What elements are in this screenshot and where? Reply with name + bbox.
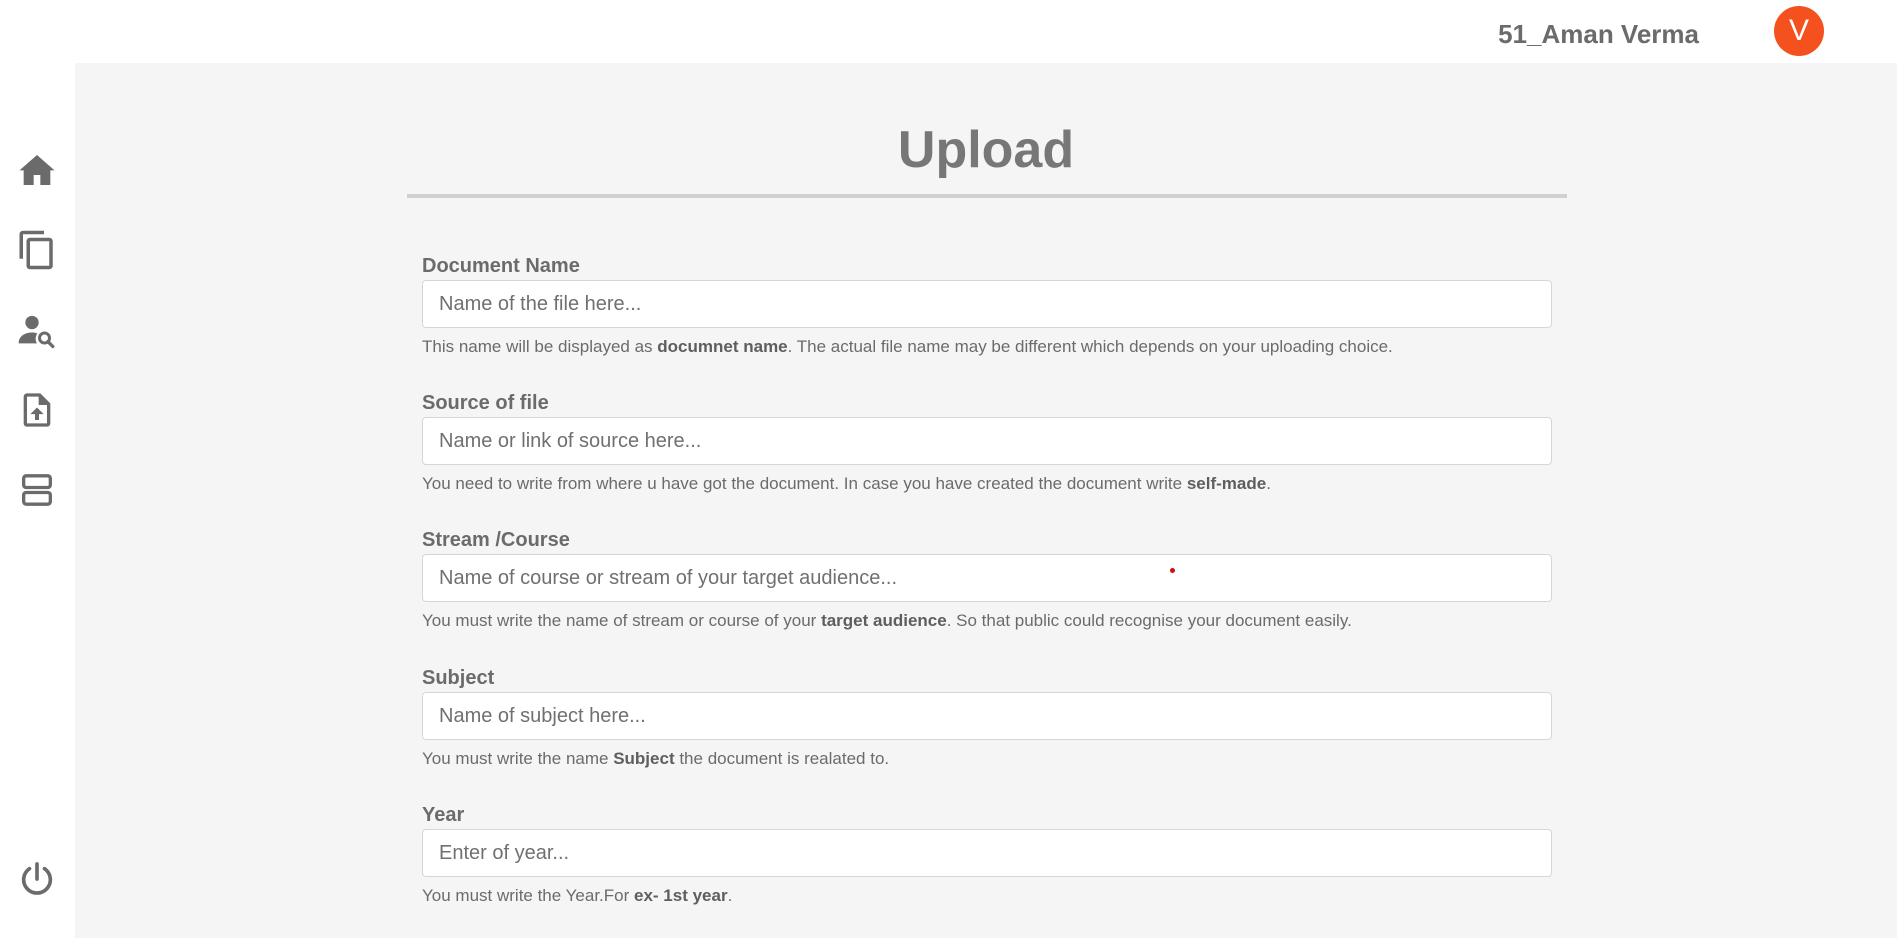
stream-help: You must write the name of stream or cou… <box>422 611 1352 630</box>
stream-group: Stream /Course You must write the name o… <box>422 528 1554 632</box>
view-agenda-icon <box>17 470 57 510</box>
cursor-marker <box>1170 568 1175 573</box>
source-help: You need to write from where u have got … <box>422 474 1271 493</box>
home-icon <box>17 150 57 190</box>
document-name-input[interactable] <box>422 280 1552 328</box>
sidebar <box>0 63 75 938</box>
top-bar: 51_Aman Verma V <box>0 0 1897 63</box>
copy-icon <box>16 229 58 271</box>
stream-label: Stream /Course <box>422 529 570 551</box>
power-icon <box>17 859 57 899</box>
title-divider <box>407 194 1567 198</box>
subject-input[interactable] <box>422 692 1552 740</box>
username-label: 51_Aman Verma <box>1498 19 1699 49</box>
file-upload-icon <box>17 390 57 430</box>
person-search-icon <box>17 310 57 350</box>
year-input[interactable] <box>422 829 1552 877</box>
source-group: Source of file You need to write from wh… <box>422 391 1554 495</box>
document-name-group: Document Name This name will be displaye… <box>422 254 1554 358</box>
subject-label: Subject <box>422 667 495 689</box>
document-name-label: Document Name <box>422 255 580 277</box>
sidebar-item-home[interactable] <box>15 148 59 192</box>
document-name-help: This name will be displayed as documnet … <box>422 337 1393 356</box>
page-title: Upload <box>897 121 1075 179</box>
year-help: You must write the Year.For ex- 1st year… <box>422 886 733 905</box>
logout-button[interactable] <box>15 857 59 901</box>
year-group: Year You must write the Year.For ex- 1st… <box>422 803 1554 907</box>
sidebar-item-find-user[interactable] <box>15 308 59 352</box>
sidebar-item-upload[interactable] <box>15 388 59 432</box>
main-content: Upload Document Name This name will be d… <box>75 63 1897 938</box>
source-input[interactable] <box>422 417 1552 465</box>
stream-input[interactable] <box>422 554 1552 602</box>
sidebar-item-layout[interactable] <box>15 468 59 512</box>
sidebar-item-documents[interactable] <box>15 228 59 272</box>
subject-group: Subject You must write the name Subject … <box>422 666 1554 770</box>
year-label: Year <box>422 804 465 826</box>
subject-help: You must write the name Subject the docu… <box>422 749 890 768</box>
source-label: Source of file <box>422 392 549 414</box>
avatar[interactable]: V <box>1774 6 1824 56</box>
